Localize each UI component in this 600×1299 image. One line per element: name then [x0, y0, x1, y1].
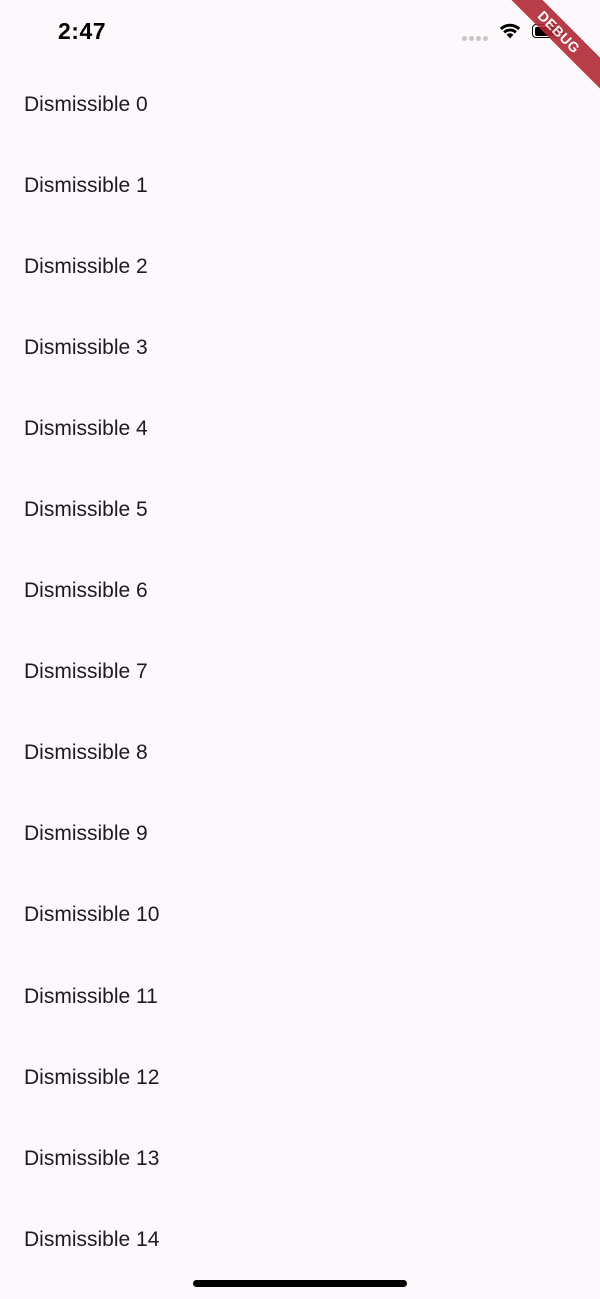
battery-icon [532, 24, 560, 38]
dismissible-list[interactable]: Dismissible 0 Dismissible 1 Dismissible … [0, 64, 600, 1280]
list-item-label: Dismissible 10 [24, 903, 160, 927]
list-item[interactable]: Dismissible 10 [0, 875, 600, 956]
list-item[interactable]: Dismissible 7 [0, 632, 600, 713]
cellular-signal-icon [462, 36, 488, 41]
list-item-label: Dismissible 11 [24, 984, 158, 1008]
list-item[interactable]: Dismissible 1 [0, 145, 600, 226]
list-item[interactable]: Dismissible 8 [0, 713, 600, 794]
list-item[interactable]: Dismissible 5 [0, 469, 600, 550]
list-item-label: Dismissible 0 [24, 92, 148, 116]
battery-cap [562, 29, 564, 34]
list-item-label: Dismissible 2 [24, 254, 148, 278]
list-item[interactable]: Dismissible 11 [0, 956, 600, 1037]
list-item[interactable]: Dismissible 12 [0, 1037, 600, 1118]
list-item-label: Dismissible 5 [24, 498, 148, 522]
list-item-label: Dismissible 13 [24, 1146, 160, 1170]
list-item-label: Dismissible 3 [24, 335, 148, 359]
status-bar: 2:47 [0, 0, 600, 66]
list-item-label: Dismissible 6 [24, 579, 148, 603]
wifi-icon [499, 23, 521, 44]
status-time: 2:47 [58, 18, 107, 44]
list-item[interactable]: Dismissible 0 [0, 64, 600, 145]
list-item-label: Dismissible 12 [24, 1065, 160, 1089]
list-item[interactable]: Dismissible 14 [0, 1199, 600, 1280]
list-item[interactable]: Dismissible 6 [0, 551, 600, 632]
list-item[interactable]: Dismissible 13 [0, 1118, 600, 1199]
list-item[interactable]: Dismissible 9 [0, 794, 600, 875]
list-item[interactable]: Dismissible 4 [0, 388, 600, 469]
list-item-label: Dismissible 4 [24, 416, 148, 440]
list-item[interactable]: Dismissible 2 [0, 226, 600, 307]
home-indicator[interactable] [193, 1280, 407, 1287]
list-item-label: Dismissible 14 [24, 1227, 160, 1251]
list-item-label: Dismissible 8 [24, 741, 148, 765]
list-item-label: Dismissible 1 [24, 173, 148, 197]
list-item[interactable]: Dismissible 3 [0, 307, 600, 388]
list-item-label: Dismissible 7 [24, 660, 148, 684]
list-item-label: Dismissible 9 [24, 822, 148, 846]
